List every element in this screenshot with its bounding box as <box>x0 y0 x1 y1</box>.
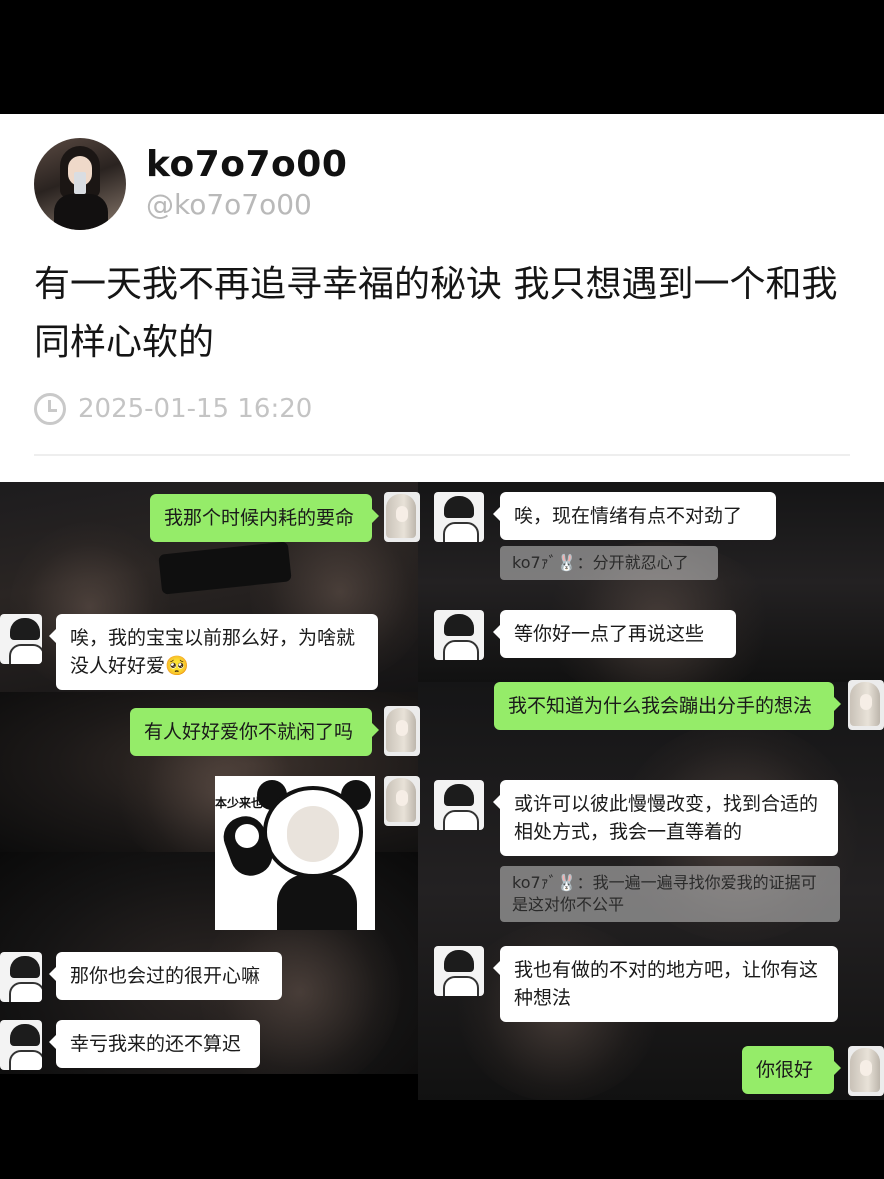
chat-bubble-sent: 我不知道为什么我会蹦出分手的想法 <box>494 682 841 730</box>
avatar-boy[interactable] <box>434 780 484 830</box>
avatar-girl[interactable] <box>848 1046 884 1096</box>
avatar-boy[interactable] <box>0 1020 42 1070</box>
avatar-boy[interactable] <box>434 492 484 542</box>
quoted-message[interactable]: ko7ｧﾞ🐰：我一遍一遍寻找你爱我的证据可是这对你不公平 <box>500 866 840 922</box>
chat-bubble-received: 或许可以彼此慢慢改变，找到合适的相处方式，我会一直等着的 <box>493 780 838 856</box>
avatar-girl[interactable] <box>384 776 420 826</box>
chat-bubble-received: 那你也会过的很开心嘛 <box>49 952 282 1000</box>
avatar-girl[interactable] <box>384 492 420 542</box>
chat-bubble-sent: 有人好好爱你不就闲了吗 <box>130 708 379 756</box>
avatar-boy[interactable] <box>434 946 484 996</box>
chat-bubble-received: 我也有做的不对的地方吧，让你有这种想法 <box>493 946 838 1022</box>
post-meta: 2025-01-15 16:20 <box>34 392 312 426</box>
post-timestamp: 2025-01-15 16:20 <box>78 394 313 424</box>
user-display-name[interactable]: ko7o7o00 <box>146 144 347 185</box>
chat-bubble-sent: 你很好 <box>742 1046 841 1094</box>
post-card: ko7o7o00 @ko7o7o00 有一天我不再追寻幸福的秘诀 我只想遇到一个… <box>0 114 884 482</box>
chat-bubble-received: 唉，现在情绪有点不对劲了 <box>493 492 776 540</box>
chat-bubble-received: 等你好一点了再说这些 <box>493 610 736 658</box>
user-handle[interactable]: @ko7o7o00 <box>146 188 312 221</box>
quoted-message[interactable]: ko7ｧﾞ🐰：分开就忍心了 <box>500 546 718 580</box>
panda-sticker[interactable]: 本少来也 <box>215 776 375 930</box>
divider <box>34 454 850 456</box>
chat-bubble-received: 幸亏我来的还不算迟 <box>49 1020 260 1068</box>
avatar-boy[interactable] <box>0 952 42 1002</box>
avatar-boy[interactable] <box>0 614 42 664</box>
sticker-caption: 本少来也 <box>215 796 264 810</box>
avatar-girl[interactable] <box>384 706 420 756</box>
post-text: 有一天我不再追寻幸福的秘诀 我只想遇到一个和我同样心软的 <box>34 264 838 363</box>
chat-bubble-sent: 我那个时候内耗的要命 <box>150 494 379 542</box>
avatar-boy[interactable] <box>434 610 484 660</box>
chat-bubble-received: 唉，我的宝宝以前那么好，为啥就没人好好爱🥺 <box>49 614 378 690</box>
user-avatar[interactable] <box>34 138 126 230</box>
avatar-girl[interactable] <box>848 680 884 730</box>
clock-icon <box>34 393 66 425</box>
